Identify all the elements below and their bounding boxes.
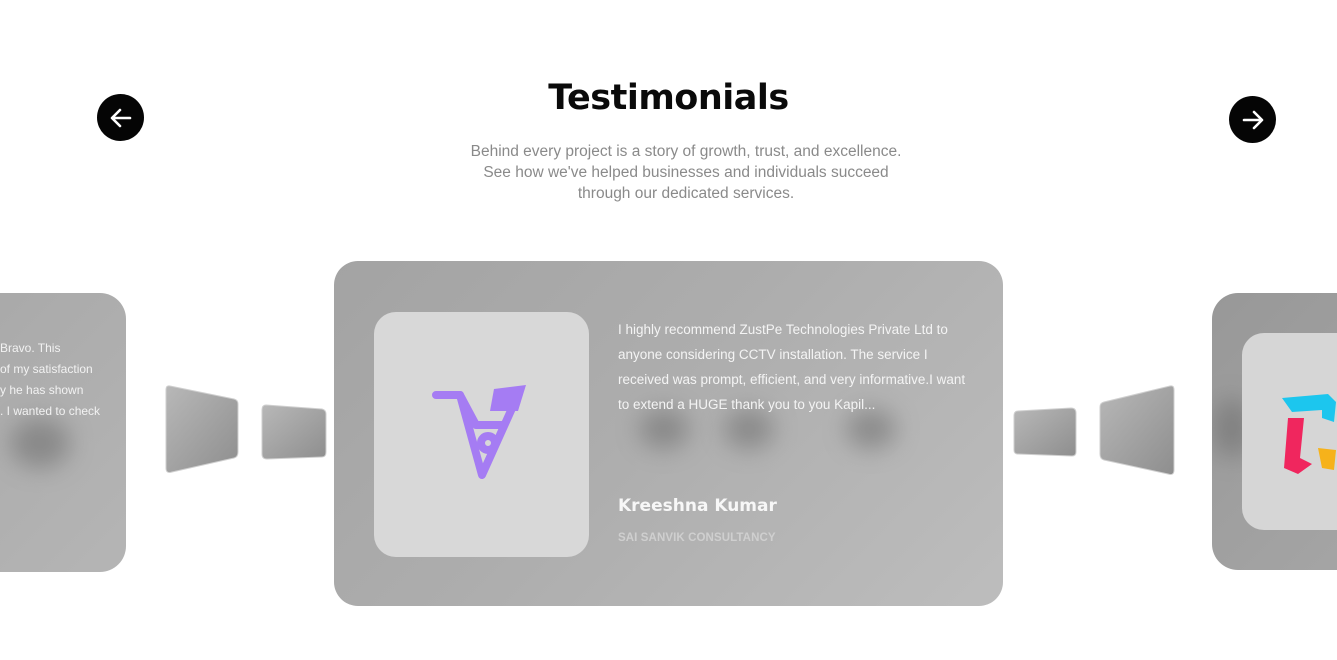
testimonial-author-name: Kreeshna Kumar bbox=[618, 496, 777, 516]
previous-testimonial-card[interactable]: Bravo. This of my satisfaction y he has … bbox=[0, 293, 126, 572]
carousel-connector-right bbox=[1013, 385, 1175, 475]
section-subtitle: Behind every project is a story of growt… bbox=[468, 141, 904, 204]
quote-line: y he has shown bbox=[0, 383, 84, 397]
next-testimonial-card[interactable] bbox=[1212, 293, 1337, 570]
quote-line: of my satisfaction bbox=[0, 362, 93, 376]
subtitle-line: through our dedicated services. bbox=[577, 185, 795, 202]
blur-decoration bbox=[10, 418, 70, 468]
company-logo-icon bbox=[431, 384, 526, 479]
previous-testimonial-quote: Bravo. This of my satisfaction y he has … bbox=[0, 338, 120, 422]
subtitle-line: Behind every project is a story of growt… bbox=[470, 143, 902, 160]
carousel-connector-left bbox=[165, 385, 327, 473]
subtitle-line: See how we've helped businesses and indi… bbox=[483, 164, 889, 181]
testimonial-logo-box bbox=[374, 312, 589, 557]
section-title: Testimonials bbox=[548, 78, 789, 118]
testimonial-logo-box bbox=[1242, 333, 1337, 530]
testimonial-quote: I highly recommend ZustPe Technologies P… bbox=[618, 322, 966, 412]
active-testimonial-card: I highly recommend ZustPe Technologies P… bbox=[334, 261, 1003, 606]
company-logo-icon bbox=[1282, 394, 1336, 474]
quote-line: Bravo. This bbox=[0, 341, 61, 355]
quote-line: . I wanted to check bbox=[0, 404, 101, 418]
testimonial-company: SAI SANVIK CONSULTANCY bbox=[618, 532, 776, 544]
